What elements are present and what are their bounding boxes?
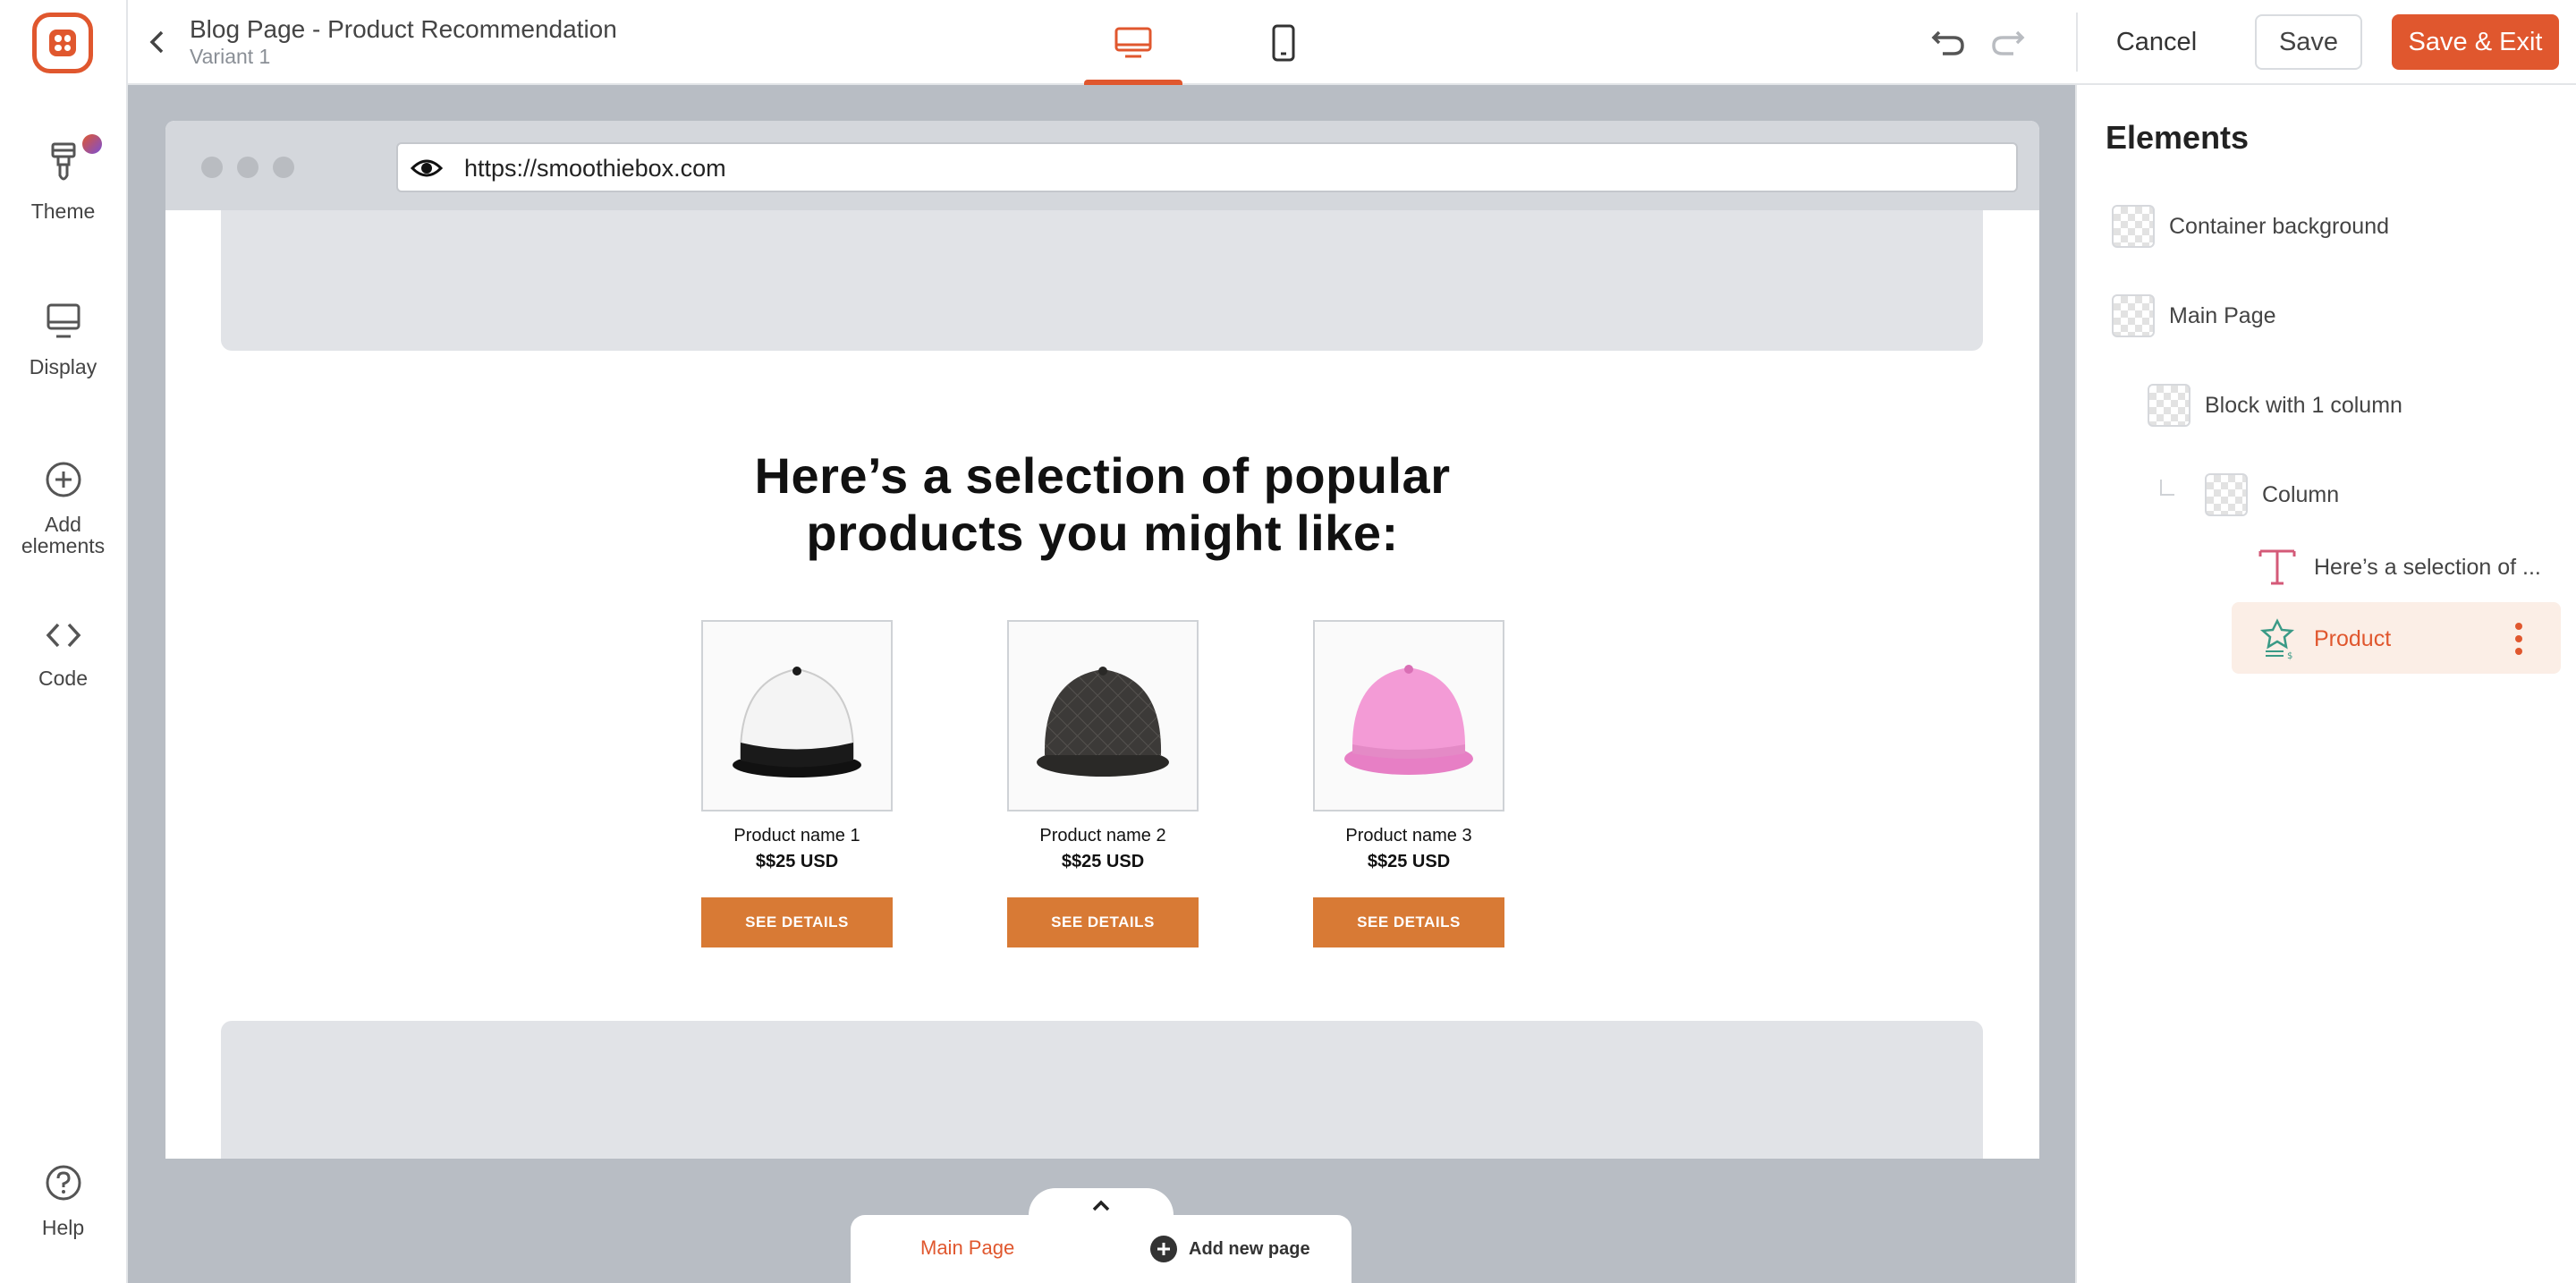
layer-more-menu[interactable] bbox=[2510, 621, 2528, 657]
more-vertical-icon bbox=[2515, 623, 2522, 655]
layer-label: Block with 1 column bbox=[2205, 392, 2402, 418]
layer-label: Main Page bbox=[2169, 302, 2276, 328]
url-text: https://smoothiebox.com bbox=[464, 155, 726, 182]
browser-toolbar: https://smoothiebox.com bbox=[165, 121, 2039, 210]
help-circle-icon bbox=[46, 1165, 80, 1201]
see-details-button[interactable]: SEE DETAILS bbox=[1313, 897, 1504, 947]
undo-button[interactable] bbox=[1928, 23, 1968, 59]
layer-product[interactable]: $ Product bbox=[2255, 617, 2391, 660]
redo-button[interactable] bbox=[1988, 23, 2028, 59]
cancel-button[interactable]: Cancel bbox=[2103, 14, 2210, 70]
desktop-icon bbox=[1114, 27, 1152, 57]
paintbrush-icon bbox=[51, 142, 75, 181]
svg-text:$: $ bbox=[2287, 651, 2292, 660]
eye-icon bbox=[411, 159, 443, 177]
headline-text: Here’s a selection of popular products y… bbox=[754, 447, 1451, 561]
page-tab-main[interactable]: Main Page bbox=[920, 1236, 1014, 1260]
browser-preview: https://smoothiebox.com Here’s a selecti… bbox=[165, 121, 2039, 1159]
sidebar-item-theme[interactable]: Theme bbox=[0, 141, 126, 222]
plus-circle-filled-icon bbox=[1150, 1236, 1177, 1262]
placeholder-block-top[interactable] bbox=[221, 210, 1983, 351]
sidebar-item-add-elements[interactable]: Add elements bbox=[0, 460, 126, 557]
redo-icon bbox=[1992, 30, 2025, 55]
product-image bbox=[1007, 620, 1199, 811]
product-card[interactable]: Product name 1 $$25 USD SEE DETAILS bbox=[701, 620, 893, 947]
see-details-button[interactable]: SEE DETAILS bbox=[701, 897, 893, 947]
elements-panel: Elements bbox=[2075, 85, 2576, 1283]
layer-container-background[interactable]: Container background bbox=[2112, 205, 2389, 248]
sidebar-item-label: Theme bbox=[30, 200, 96, 223]
add-new-page-button[interactable]: Add new page bbox=[1149, 1235, 1310, 1263]
back-button[interactable] bbox=[144, 25, 171, 59]
cap-image-white-black bbox=[733, 667, 861, 777]
desktop-view-button[interactable] bbox=[1084, 0, 1182, 85]
window-dot bbox=[237, 157, 258, 178]
pages-bar: Main Page Add new page bbox=[851, 1215, 1352, 1283]
product-price: $$25 USD bbox=[755, 852, 839, 871]
transparent-icon bbox=[2205, 473, 2248, 516]
add-new-page-label: Add new page bbox=[1189, 1238, 1310, 1259]
sidebar-item-code[interactable]: Code bbox=[0, 617, 126, 689]
page-preview: Here’s a selection of popular products y… bbox=[165, 210, 2039, 1159]
product-price: $$25 USD bbox=[1367, 852, 1451, 871]
see-details-button[interactable]: SEE DETAILS bbox=[1007, 897, 1199, 947]
save-button[interactable]: Save bbox=[2255, 14, 2362, 70]
url-bar[interactable]: https://smoothiebox.com bbox=[396, 142, 2018, 192]
layer-label: Product bbox=[2314, 625, 2392, 651]
sidebar-item-label: Code bbox=[38, 667, 88, 690]
text-icon bbox=[2258, 549, 2296, 585]
sidebar-item-label: Add elements bbox=[21, 513, 106, 557]
sidebar-item-display[interactable]: Display bbox=[0, 302, 126, 378]
sidebar-item-label: Help bbox=[41, 1216, 85, 1239]
plus-circle-icon bbox=[46, 462, 80, 497]
chevron-up-icon bbox=[1092, 1200, 1110, 1211]
undo-icon bbox=[1931, 30, 1964, 55]
cap-image-pink bbox=[1344, 665, 1473, 775]
window-dot bbox=[273, 157, 294, 178]
editor-canvas: https://smoothiebox.com Here’s a selecti… bbox=[128, 85, 2075, 1283]
layer-label: Container background bbox=[2169, 213, 2389, 239]
sidebar-item-help[interactable]: Help bbox=[0, 1163, 126, 1238]
layer-label: Here’s a selection of ... bbox=[2314, 554, 2541, 580]
chevron-left-icon bbox=[149, 30, 164, 54]
product-name: Product name 1 bbox=[733, 826, 860, 845]
top-bar: Blog Page - Product Recommendation Varia… bbox=[128, 0, 2576, 85]
product-name: Product name 2 bbox=[1039, 826, 1166, 845]
logo-mark bbox=[49, 30, 76, 56]
mobile-view-button[interactable] bbox=[1234, 0, 1333, 85]
transparent-icon bbox=[2148, 384, 2190, 427]
product-price: $$25 USD bbox=[1061, 852, 1145, 871]
phone-icon bbox=[1272, 24, 1295, 61]
transparent-icon bbox=[2112, 205, 2155, 248]
cap-image-black-quilted bbox=[1037, 667, 1169, 777]
layer-column[interactable]: Column bbox=[2205, 473, 2339, 516]
product-image bbox=[1313, 620, 1504, 811]
window-dot bbox=[201, 157, 223, 178]
notification-dot bbox=[82, 134, 102, 154]
layer-label: Column bbox=[2262, 481, 2340, 507]
layer-block-1-column[interactable]: Block with 1 column bbox=[2148, 384, 2402, 427]
product-card[interactable]: Product name 3 $$25 USD SEE DETAILS bbox=[1313, 620, 1504, 947]
left-sidebar: Theme Display Add elements Code Help bbox=[0, 0, 128, 1283]
elements-panel-title: Elements bbox=[2106, 119, 2250, 156]
app-logo[interactable] bbox=[32, 13, 93, 73]
product-name: Product name 3 bbox=[1345, 826, 1472, 845]
layer-text-headline[interactable]: Here’s a selection of ... bbox=[2255, 546, 2541, 589]
code-icon bbox=[46, 623, 80, 648]
variant-label: Variant 1 bbox=[190, 45, 271, 68]
recommendation-headline[interactable]: Here’s a selection of popular products y… bbox=[165, 447, 2039, 562]
product-image bbox=[701, 620, 893, 811]
product-card[interactable]: Product name 2 $$25 USD SEE DETAILS bbox=[1007, 620, 1199, 947]
product-icon: $ bbox=[2259, 618, 2295, 660]
layer-main-page[interactable]: Main Page bbox=[2112, 294, 2276, 337]
page-title: Blog Page - Product Recommendation bbox=[190, 15, 617, 43]
toolbar-divider bbox=[2076, 13, 2078, 72]
sidebar-item-label: Display bbox=[29, 355, 97, 378]
tree-connector bbox=[2160, 480, 2174, 496]
monitor-icon bbox=[47, 303, 80, 338]
save-exit-button[interactable]: Save & Exit bbox=[2392, 14, 2559, 70]
transparent-icon bbox=[2112, 294, 2155, 337]
placeholder-block-bottom[interactable] bbox=[221, 1021, 1983, 1159]
